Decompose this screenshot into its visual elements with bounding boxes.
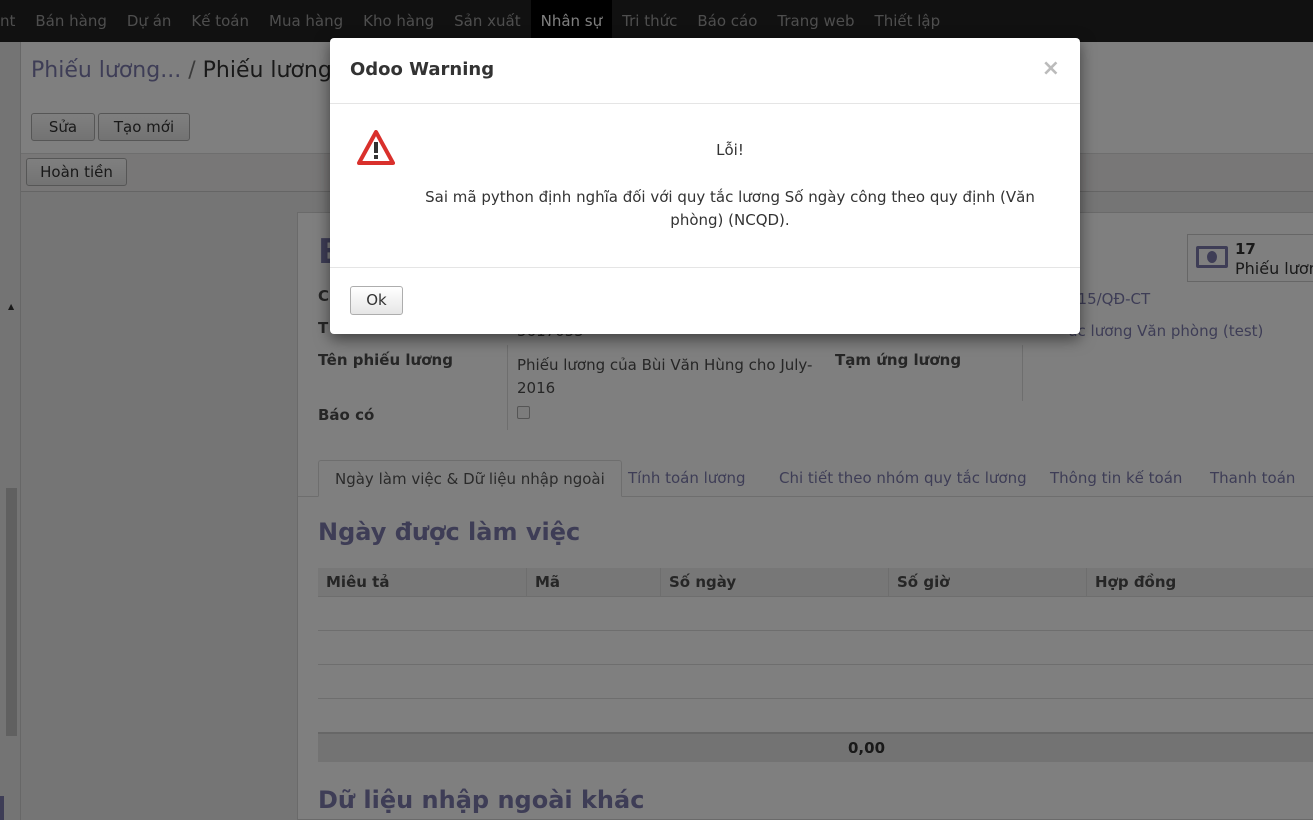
dialog-title: Odoo Warning [350,59,495,80]
error-message: Sai mã python định nghĩa đối với quy tắc… [425,188,1035,229]
ok-button[interactable]: Ok [350,286,403,315]
error-title: Lỗi! [716,141,744,159]
dialog-body: Lỗi! Sai mã python định nghĩa đối với qu… [330,104,1080,267]
warning-dialog: Odoo Warning × Lỗi! Sai mã python định n… [330,38,1080,334]
dialog-header: Odoo Warning × [330,38,1080,104]
dialog-footer: Ok [330,267,1080,334]
close-icon[interactable]: × [1042,56,1060,81]
